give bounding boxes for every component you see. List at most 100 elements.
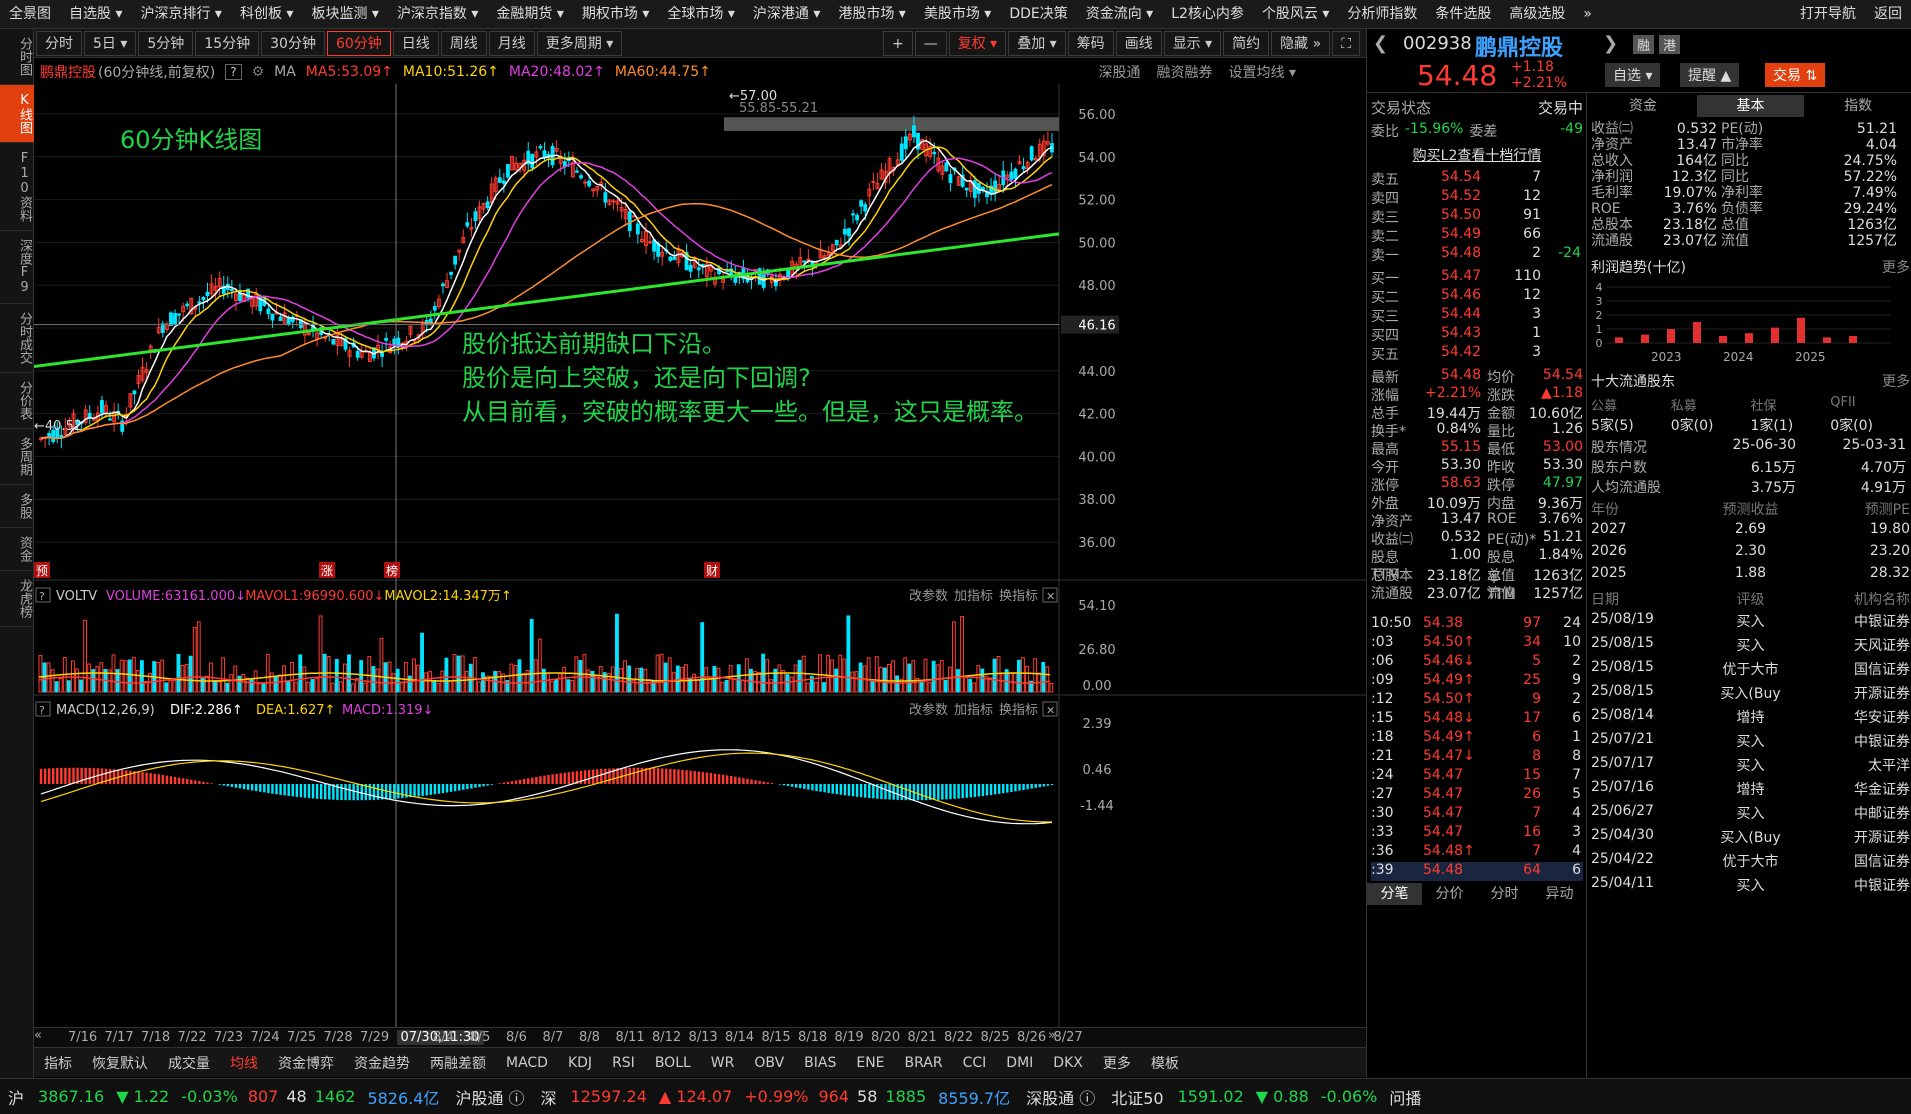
tool-btn-7[interactable]: 简约 <box>1223 30 1270 56</box>
period-btn-7[interactable]: 周线 <box>440 30 487 56</box>
period-btn-1[interactable]: 5日 ▾ <box>84 30 137 56</box>
event-marker-1[interactable]: 涨 <box>319 562 335 578</box>
help-icon[interactable]: ? <box>225 64 242 80</box>
side-tab-4[interactable]: 分时成交 <box>0 304 34 373</box>
watchlist-button[interactable]: 自选 ▾ <box>1605 63 1661 87</box>
indicator-tab-1[interactable]: 恢复默认 <box>82 1053 158 1073</box>
fund-tab-2[interactable]: 指数 <box>1804 95 1911 117</box>
topnav-item-1[interactable]: 自选股 ▾ <box>60 0 131 28</box>
period-btn-6[interactable]: 日线 <box>392 30 439 56</box>
topnav-item-12[interactable]: DDE决策 <box>1000 0 1076 28</box>
trade-button[interactable]: 交易 ⇅ <box>1765 63 1826 87</box>
topnav-item-7[interactable]: 期权市场 ▾ <box>573 0 658 28</box>
indicator-tab-15[interactable]: BRAR <box>895 1055 953 1071</box>
indicator-tab-17[interactable]: DMI <box>996 1055 1043 1071</box>
indicator-tab-19[interactable]: 更多 <box>1093 1053 1141 1073</box>
tool-btn-3[interactable]: 叠加 ▾ <box>1008 30 1066 56</box>
side-tab-1[interactable]: K线图 <box>0 85 34 143</box>
indicator-tab-20[interactable]: 模板 <box>1141 1053 1189 1073</box>
prev-stock-icon[interactable]: ❮ <box>1373 33 1388 54</box>
side-tab-3[interactable]: 深度F9 <box>0 231 34 304</box>
remind-button[interactable]: 提醒 ▲ <box>1680 63 1740 87</box>
period-btn-5[interactable]: 60分钟 <box>326 30 391 56</box>
topnav-item-13[interactable]: 资金流向 ▾ <box>1077 0 1162 28</box>
tool-btn-6[interactable]: 显示 ▾ <box>1163 30 1222 56</box>
period-btn-9[interactable]: 更多周期 ▾ <box>536 30 623 56</box>
sz-connect[interactable]: 深股通 ⓘ <box>1018 1085 1103 1109</box>
tool-btn-9[interactable]: ⛶ <box>1332 30 1360 56</box>
side-tab-8[interactable]: 资金 <box>0 528 34 571</box>
topnav-right-1[interactable]: 返回 <box>1865 0 1911 28</box>
topnav-item-0[interactable]: 全景图 <box>0 0 60 28</box>
tool-btn-1[interactable]: — <box>914 30 947 56</box>
topnav-item-11[interactable]: 美股市场 ▾ <box>915 0 1000 28</box>
indicator-tab-5[interactable]: 资金趋势 <box>344 1053 420 1073</box>
scroll-right-icon[interactable]: » <box>1048 1028 1056 1043</box>
link-set-ma[interactable]: 设置均线 ▾ <box>1229 62 1296 82</box>
topnav-item-9[interactable]: 沪深港通 ▾ <box>744 0 829 28</box>
topnav-item-14[interactable]: L2核心内参 <box>1162 0 1253 28</box>
holders-more-link[interactable]: 更多 <box>1882 371 1910 391</box>
gear-icon[interactable]: ⚙ <box>252 64 265 80</box>
indicator-tab-4[interactable]: 资金博弈 <box>268 1053 344 1073</box>
topnav-item-6[interactable]: 金融期货 ▾ <box>487 0 572 28</box>
indicator-tab-10[interactable]: BOLL <box>645 1055 701 1071</box>
link-shengutong[interactable]: 深股通 <box>1099 62 1141 82</box>
indicator-tab-11[interactable]: WR <box>701 1055 745 1071</box>
indicator-tab-18[interactable]: DKX <box>1043 1055 1093 1071</box>
indicator-tab-7[interactable]: MACD <box>496 1055 558 1071</box>
indicator-tab-12[interactable]: OBV <box>744 1055 794 1071</box>
tick-tab-1[interactable]: 分价 <box>1422 883 1477 905</box>
tool-btn-4[interactable]: 筹码 <box>1067 30 1114 56</box>
topnav-item-2[interactable]: 沪深京排行 ▾ <box>131 0 230 28</box>
next-stock-icon[interactable]: ❯ <box>1603 33 1618 54</box>
tool-btn-2[interactable]: 复权 ▾ <box>948 30 1007 56</box>
tick-tab-0[interactable]: 分笔 <box>1367 883 1422 905</box>
indicator-tab-16[interactable]: CCI <box>953 1055 997 1071</box>
topnav-item-15[interactable]: 个股风云 ▾ <box>1253 0 1338 28</box>
period-btn-8[interactable]: 月线 <box>488 30 535 56</box>
link-rongzi[interactable]: 融资融券 <box>1157 62 1213 82</box>
topnav-item-8[interactable]: 全球市场 ▾ <box>658 0 743 28</box>
side-tab-7[interactable]: 多股 <box>0 485 34 528</box>
topnav-item-5[interactable]: 沪深京指数 ▾ <box>388 0 487 28</box>
fund-tab-1[interactable]: 基本 <box>1696 95 1805 117</box>
topnav-item-18[interactable]: 高级选股 <box>1500 0 1574 28</box>
sh-connect[interactable]: 沪股通 ⓘ <box>447 1085 532 1109</box>
topnav-item-10[interactable]: 港股市场 ▾ <box>829 0 914 28</box>
indicator-tab-0[interactable]: 指标 <box>34 1053 82 1073</box>
fund-tab-0[interactable]: 资金 <box>1589 95 1697 117</box>
tool-btn-8[interactable]: 隐藏 » <box>1271 30 1331 56</box>
side-tab-0[interactable]: 分时图 <box>0 29 34 85</box>
l2-link[interactable]: 购买L2查看十档行情 <box>1367 145 1587 165</box>
scroll-left-icon[interactable]: « <box>34 1028 42 1043</box>
topnav-item-19[interactable]: » <box>1574 0 1601 28</box>
indicator-tab-8[interactable]: KDJ <box>558 1055 602 1071</box>
indicator-tab-14[interactable]: ENE <box>846 1055 894 1071</box>
period-btn-3[interactable]: 15分钟 <box>195 30 260 56</box>
side-tab-6[interactable]: 多周期 <box>0 429 34 485</box>
topnav-item-16[interactable]: 分析师指数 <box>1338 0 1426 28</box>
tool-btn-0[interactable]: + <box>882 30 913 56</box>
topnav-right-0[interactable]: 打开导航 <box>1791 0 1865 28</box>
topnav-item-4[interactable]: 板块监测 ▾ <box>302 0 387 28</box>
tick-tab-2[interactable]: 分时 <box>1477 883 1532 905</box>
period-btn-4[interactable]: 30分钟 <box>261 30 325 56</box>
event-marker-0[interactable]: 预 <box>34 562 50 578</box>
event-marker-2[interactable]: 榜 <box>384 562 400 578</box>
period-btn-0[interactable]: 分时 <box>36 30 82 56</box>
kline-chart[interactable]: 56.0054.0052.0050.0048.0046.0044.0042.00… <box>34 84 1366 1027</box>
topnav-item-3[interactable]: 科创板 ▾ <box>231 0 302 28</box>
side-tab-9[interactable]: 龙虎榜 <box>0 571 34 627</box>
tool-btn-5[interactable]: 画线 <box>1115 30 1162 56</box>
side-tab-5[interactable]: 分价表 <box>0 373 34 429</box>
indicator-tab-3[interactable]: 均线 <box>220 1053 268 1073</box>
bz-more[interactable]: 问播 <box>1383 1085 1427 1109</box>
indicator-tab-13[interactable]: BIAS <box>794 1055 846 1071</box>
indicator-tab-9[interactable]: RSI <box>602 1055 645 1071</box>
indicator-tab-2[interactable]: 成交量 <box>158 1053 220 1073</box>
event-marker-3[interactable]: 财 <box>704 562 720 578</box>
period-btn-2[interactable]: 5分钟 <box>138 30 194 56</box>
topnav-item-17[interactable]: 条件选股 <box>1426 0 1500 28</box>
tick-tab-3[interactable]: 异动 <box>1532 883 1587 905</box>
